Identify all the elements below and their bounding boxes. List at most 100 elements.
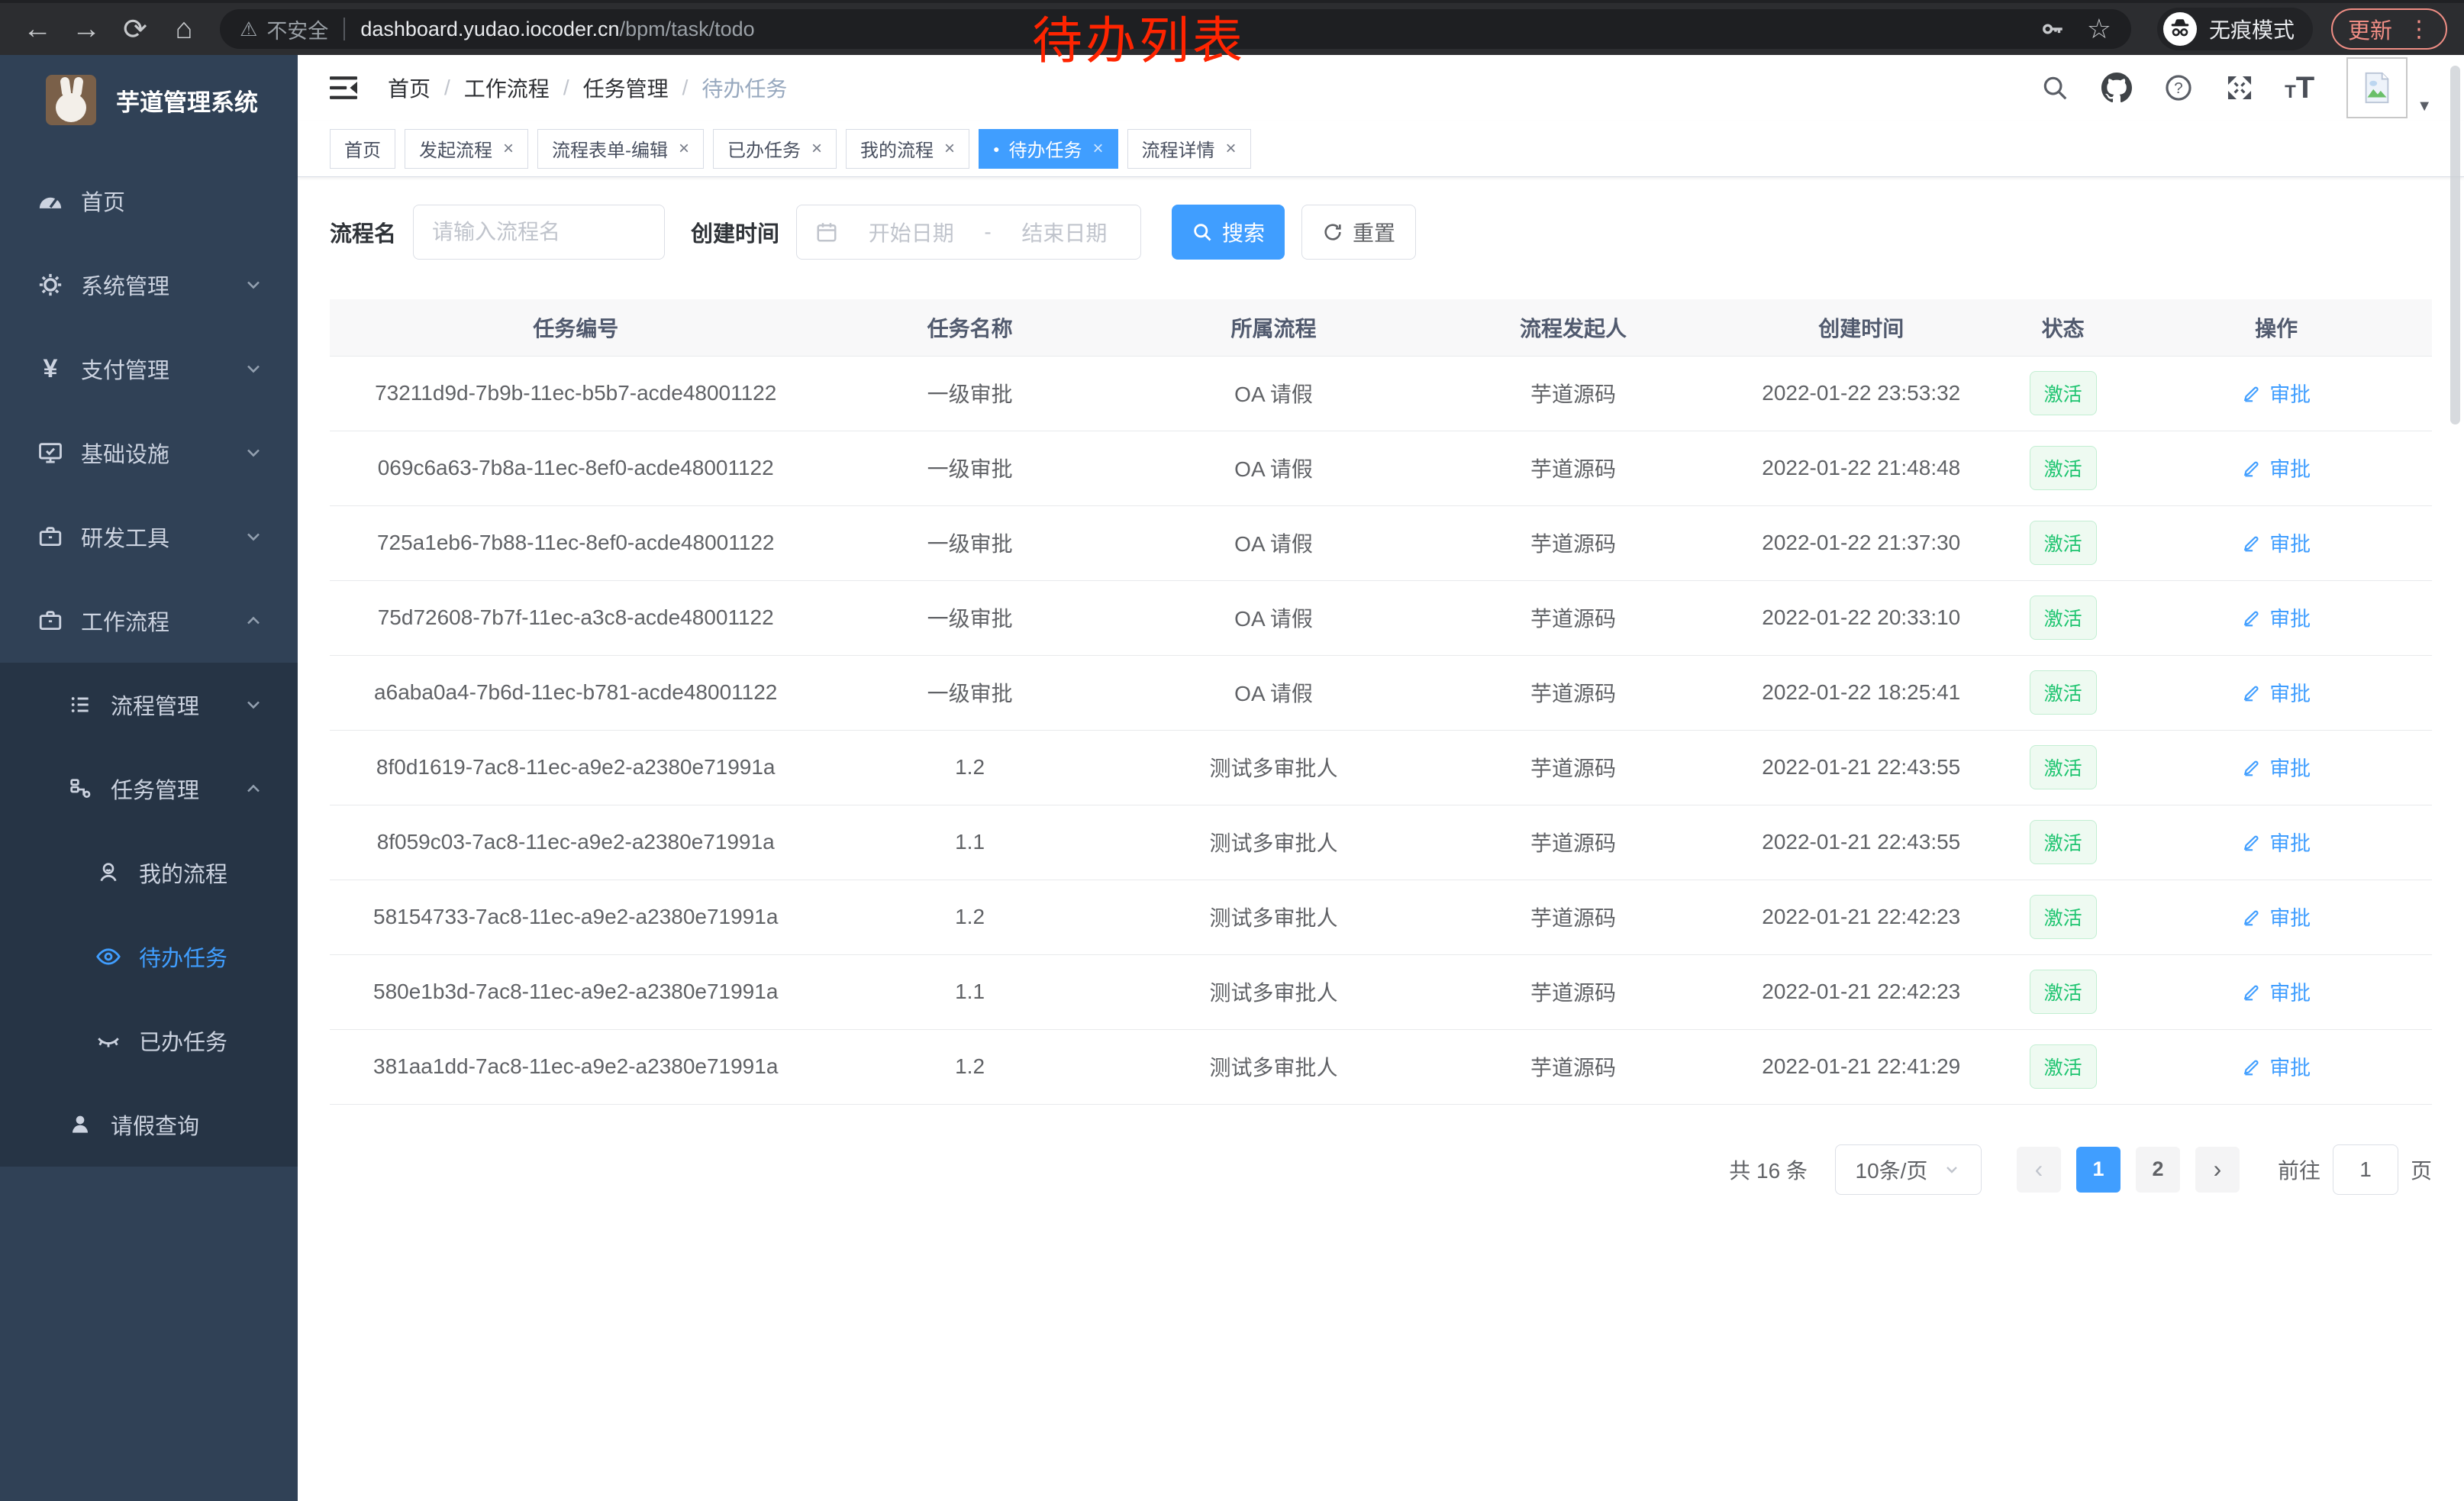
search-icon[interactable] [2040, 73, 2069, 102]
approve-button[interactable]: 审批 [2242, 976, 2311, 1006]
fullscreen-icon[interactable] [2225, 73, 2254, 102]
sidebar-item-label: 任务管理 [111, 773, 199, 805]
tab-home[interactable]: ● 首页 [330, 129, 395, 169]
close-tab-icon[interactable]: × [1226, 138, 1237, 160]
task-process: 测试多审批人 [1118, 805, 1430, 880]
task-starter: 芋道源码 [1429, 730, 1717, 805]
task-id: 580e1b3d-7ac8-11ec-a9e2-a2380e71991a [330, 954, 821, 1029]
browser-home-button[interactable]: ⌂ [163, 13, 205, 46]
sidebar-item-infrastructure[interactable]: 基础设施 [0, 411, 298, 495]
tab-process-detail[interactable]: ● 流程详情 × [1127, 129, 1251, 169]
app-logo[interactable]: 芋道管理系统 [0, 55, 298, 145]
approve-button[interactable]: 审批 [2242, 827, 2311, 857]
font-size-icon[interactable]: TT [2286, 73, 2314, 103]
approve-button[interactable]: 审批 [2242, 378, 2311, 408]
sidebar-item-todo-tasks[interactable]: 待办任务 [0, 915, 298, 999]
tab-start-process[interactable]: ● 发起流程 × [405, 129, 528, 169]
create-time-label: 创建时间 [691, 216, 779, 248]
yen-icon: ¥ [35, 354, 66, 384]
reset-button[interactable]: 重置 [1301, 205, 1416, 260]
col-created: 创建时间 [1717, 299, 2005, 356]
browser-reload-button[interactable]: ⟳ [114, 12, 156, 47]
approve-button[interactable]: 审批 [2242, 528, 2311, 557]
browser-back-button[interactable]: ← [17, 13, 58, 46]
close-tab-icon[interactable]: × [944, 138, 955, 160]
avatar[interactable] [2346, 57, 2408, 118]
task-created: 2022-01-22 21:48:48 [1717, 431, 2005, 505]
close-tab-icon[interactable]: × [679, 138, 689, 160]
sidebar-item-label: 系统管理 [81, 269, 169, 301]
refresh-icon [1322, 221, 1343, 243]
status-badge: 激活 [2030, 446, 2097, 490]
bookmark-star-icon[interactable]: ☆ [2087, 13, 2111, 45]
page-size-select[interactable]: 10条/页 [1835, 1144, 1982, 1195]
process-name-input[interactable] [432, 220, 646, 244]
sidebar-item-home[interactable]: 首页 [0, 159, 298, 243]
sidebar-item-payment[interactable]: ¥ 支付管理 [0, 327, 298, 411]
browser-update-button[interactable]: 更新 ⋮ [2331, 8, 2447, 50]
sidebar-item-label: 已办任务 [139, 1025, 227, 1057]
prev-page-button[interactable]: ‹ [2017, 1147, 2061, 1193]
sidebar-item-leave-query[interactable]: 请假查询 [0, 1083, 298, 1167]
sidebar-collapse-icon[interactable] [330, 76, 357, 100]
reset-button-label: 重置 [1353, 217, 1395, 247]
calendar-icon [815, 221, 838, 244]
sidebar-item-label: 基础设施 [81, 437, 169, 469]
next-page-button[interactable]: › [2195, 1147, 2240, 1193]
todo-list-annotation: 待办列表 [1032, 0, 1246, 73]
close-tab-icon[interactable]: × [1093, 138, 1104, 160]
browser-forward-button[interactable]: → [66, 13, 107, 46]
chevron-down-icon [243, 526, 264, 547]
sidebar-item-task-management[interactable]: 任务管理 [0, 747, 298, 831]
sidebar-item-my-process[interactable]: 我的流程 [0, 831, 298, 915]
breadcrumb-separator: / [563, 76, 569, 100]
approve-button[interactable]: 审批 [2242, 677, 2311, 707]
user-menu[interactable]: ▼ [2346, 57, 2432, 118]
close-tab-icon[interactable]: × [811, 138, 822, 160]
breadcrumb-home[interactable]: 首页 [388, 73, 431, 103]
sidebar-item-workflow[interactable]: 工作流程 [0, 579, 298, 663]
sidebar-item-dev-tools[interactable]: 研发工具 [0, 495, 298, 579]
breadcrumb-workflow[interactable]: 工作流程 [464, 73, 550, 103]
gear-icon [35, 272, 66, 298]
process-name-field[interactable] [413, 205, 665, 260]
browser-menu-dots-icon[interactable]: ⋮ [2408, 16, 2430, 43]
github-icon[interactable] [2101, 73, 2132, 103]
search-button[interactable]: 搜索 [1172, 205, 1285, 260]
approve-button[interactable]: 审批 [2242, 752, 2311, 782]
sidebar-item-system[interactable]: 系统管理 [0, 243, 298, 327]
tab-todo-tasks[interactable]: ● 待办任务 × [979, 129, 1118, 169]
goto-page-input[interactable] [2333, 1144, 2398, 1195]
end-date-placeholder[interactable]: 结束日期 [1007, 217, 1122, 247]
approve-button[interactable]: 审批 [2242, 1051, 2311, 1081]
page-1-button[interactable]: 1 [2076, 1147, 2121, 1193]
chevron-down-icon [1943, 1160, 1961, 1179]
task-created: 2022-01-22 23:53:32 [1717, 356, 2005, 431]
tab-done-tasks[interactable]: ● 已办任务 × [713, 129, 837, 169]
process-name-label: 流程名 [330, 216, 396, 248]
password-key-icon[interactable] [2040, 16, 2066, 42]
approve-button[interactable]: 审批 [2242, 453, 2311, 483]
page-2-button[interactable]: 2 [2136, 1147, 2180, 1193]
approve-button[interactable]: 审批 [2242, 902, 2311, 931]
search-icon [1192, 221, 1213, 243]
tab-process-form-edit[interactable]: ● 流程表单-编辑 × [537, 129, 704, 169]
approve-button[interactable]: 审批 [2242, 602, 2311, 632]
task-process: OA 请假 [1118, 505, 1430, 580]
goto-label: 前往 [2278, 1154, 2320, 1185]
task-table: 任务编号 任务名称 所属流程 流程发起人 创建时间 状态 操作 73211d9d… [330, 299, 2432, 1105]
close-tab-icon[interactable]: × [503, 138, 514, 160]
help-icon[interactable]: ? [2164, 73, 2193, 102]
task-process: OA 请假 [1118, 356, 1430, 431]
sidebar-item-process-management[interactable]: 流程管理 [0, 663, 298, 747]
col-task-id: 任务编号 [330, 299, 821, 356]
start-date-placeholder[interactable]: 开始日期 [853, 217, 969, 247]
date-range-field[interactable]: 开始日期 - 结束日期 [796, 205, 1141, 260]
sidebar-item-done-tasks[interactable]: 已办任务 [0, 999, 298, 1083]
task-created: 2022-01-21 22:43:55 [1717, 730, 2005, 805]
table-row: 8f059c03-7ac8-11ec-a9e2-a2380e71991a 1.1… [330, 805, 2432, 880]
breadcrumb-task-management[interactable]: 任务管理 [583, 73, 669, 103]
task-process: OA 请假 [1118, 580, 1430, 655]
tab-my-process[interactable]: ● 我的流程 × [846, 129, 969, 169]
window-scrollbar[interactable] [2450, 66, 2460, 424]
